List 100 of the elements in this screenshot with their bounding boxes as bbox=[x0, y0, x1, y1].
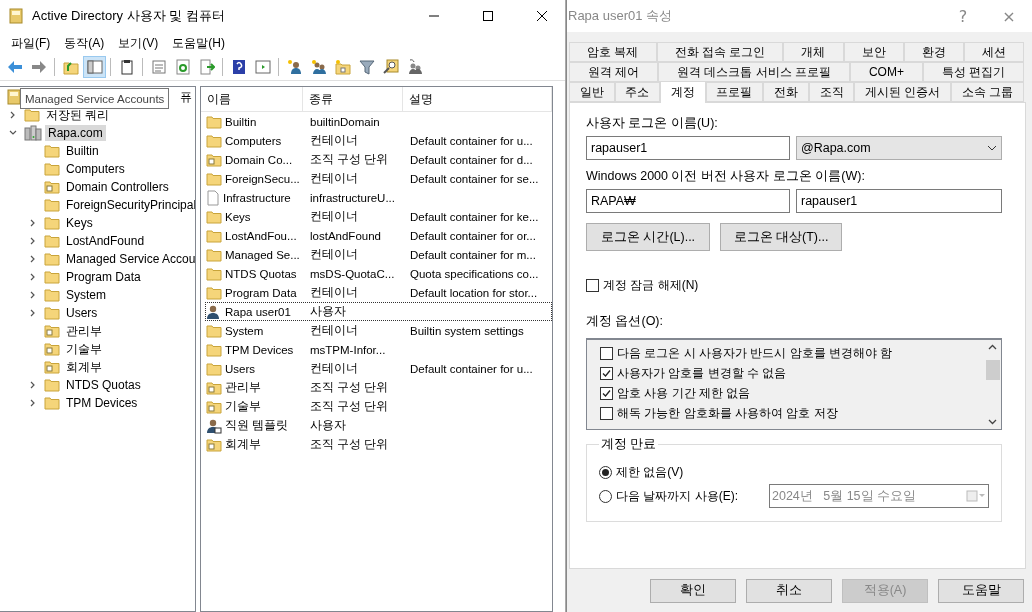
tree-item[interactable]: Managed Service Accou bbox=[63, 251, 195, 267]
tab[interactable]: 게시된 인증서 bbox=[854, 82, 952, 102]
list-item[interactable]: Domain Co... bbox=[223, 153, 293, 166]
menu-item[interactable]: 동작(A) bbox=[57, 34, 112, 52]
chevron-right-icon[interactable] bbox=[29, 381, 37, 389]
logon-button[interactable]: 로그온 시간(L)... bbox=[586, 223, 710, 251]
folder-icon bbox=[44, 270, 60, 284]
option-label[interactable]: 다음 로그온 시 사용자가 반드시 암호를 변경해야 함 bbox=[617, 344, 893, 362]
legacy-name-field[interactable]: rapauser1 bbox=[796, 189, 1002, 213]
tree-item[interactable]: Domain Controllers bbox=[63, 179, 172, 195]
scroll-up-icon[interactable] bbox=[988, 344, 997, 350]
list-item[interactable]: Infrastructure bbox=[221, 191, 291, 204]
menu-item[interactable]: 파일(F) bbox=[4, 34, 58, 52]
tree-item[interactable]: LostAndFound bbox=[63, 233, 148, 249]
chevron-right-icon[interactable] bbox=[29, 255, 37, 263]
tab[interactable]: 전화 bbox=[763, 82, 809, 102]
list-item[interactable]: Rapa user01 bbox=[223, 305, 291, 318]
chevron-right-icon[interactable] bbox=[29, 273, 37, 281]
list-item[interactable]: Builtin bbox=[223, 115, 257, 128]
chevron-down-icon[interactable] bbox=[9, 129, 17, 137]
logon-button[interactable]: 로그온 대상(T)... bbox=[720, 223, 842, 251]
logon-name-field[interactable]: rapauser1 bbox=[586, 136, 790, 160]
tab[interactable]: 조직 bbox=[808, 82, 855, 102]
tree-item[interactable]: 관리부 bbox=[63, 321, 105, 341]
list-item[interactable]: Program Data bbox=[223, 286, 297, 299]
list-item[interactable]: 기술부 bbox=[223, 399, 261, 414]
tree-item[interactable]: 퓨 bbox=[180, 89, 192, 106]
tree-item[interactable]: Keys bbox=[63, 215, 96, 231]
tree-item[interactable]: Users bbox=[63, 305, 101, 321]
tab[interactable]: 계정 bbox=[660, 81, 706, 103]
ou-folder-icon bbox=[44, 324, 60, 338]
tree-item[interactable]: TPM Devices bbox=[63, 395, 141, 411]
list-item[interactable]: Users bbox=[223, 362, 256, 375]
minimize-icon bbox=[429, 15, 439, 17]
option-label[interactable]: 암호 사용 기간 제한 없음 bbox=[617, 384, 751, 402]
scroll-down-icon[interactable] bbox=[988, 419, 997, 425]
list-item[interactable]: 회계부 bbox=[223, 437, 261, 452]
domain-dropdown[interactable]: @Rapa.com bbox=[796, 136, 1002, 160]
chevron-right-icon[interactable] bbox=[29, 237, 37, 245]
list-item[interactable]: NTDS Quotas bbox=[223, 267, 297, 280]
chevron-right-icon[interactable] bbox=[29, 399, 37, 407]
list-item[interactable]: 직원 템플릿 bbox=[223, 418, 289, 433]
tab[interactable]: 프로필 bbox=[705, 82, 764, 102]
tree-item[interactable]: Builtin bbox=[63, 143, 102, 159]
help-button[interactable]: ? bbox=[940, 0, 986, 32]
tree-item[interactable]: Computers bbox=[63, 161, 128, 177]
checkbox[interactable] bbox=[600, 386, 613, 400]
radio-button[interactable] bbox=[599, 489, 612, 503]
list-item[interactable]: 관리부 bbox=[223, 380, 261, 395]
tab[interactable]: 보안 bbox=[843, 42, 904, 62]
dialog-button[interactable]: 도움말 bbox=[938, 578, 1024, 603]
chevron-right-icon[interactable] bbox=[29, 291, 37, 299]
tab[interactable]: 암호 복제 bbox=[569, 42, 657, 62]
tree-item[interactable]: Program Data bbox=[63, 269, 144, 285]
checkbox[interactable] bbox=[600, 346, 613, 360]
tab[interactable]: 일반 bbox=[569, 82, 615, 102]
tab[interactable]: 세션 bbox=[963, 42, 1025, 62]
dialog-button[interactable]: 취소 bbox=[746, 578, 832, 603]
chevron-right-icon[interactable] bbox=[29, 309, 37, 317]
tab[interactable]: COM+ bbox=[850, 62, 923, 82]
tab[interactable]: 주소 bbox=[614, 82, 661, 102]
tab[interactable]: 원격 제어 bbox=[569, 62, 659, 82]
close-button[interactable]: × bbox=[986, 0, 1032, 32]
tree-item[interactable]: 기술부 bbox=[63, 339, 105, 359]
tree-item[interactable]: 회계부 bbox=[63, 357, 105, 377]
chevron-right-icon[interactable] bbox=[9, 111, 17, 119]
folder-icon bbox=[44, 144, 60, 158]
tab[interactable]: 전화 접속 로그인 bbox=[656, 42, 784, 62]
column-header[interactable]: 이름 bbox=[207, 90, 231, 108]
tab[interactable]: 특성 편집기 bbox=[922, 62, 1025, 82]
list-item[interactable]: TPM Devices bbox=[223, 343, 294, 356]
scroll-thumb[interactable] bbox=[985, 359, 1000, 380]
dialog-button[interactable]: 확인 bbox=[650, 578, 736, 603]
list-item[interactable]: LostAndFou... bbox=[223, 229, 297, 242]
tree-item[interactable]: System bbox=[63, 287, 109, 303]
checkbox[interactable] bbox=[586, 278, 599, 292]
tab[interactable]: 개체 bbox=[783, 42, 844, 62]
menu-item[interactable]: 도움말(H) bbox=[165, 34, 232, 52]
radio-button[interactable] bbox=[599, 465, 612, 479]
checkbox[interactable] bbox=[600, 366, 613, 380]
chevron-right-icon[interactable] bbox=[29, 219, 37, 227]
folder-up-icon bbox=[62, 59, 79, 75]
list-item[interactable]: Keys bbox=[223, 210, 251, 223]
tree-item[interactable]: NTDS Quotas bbox=[63, 377, 144, 393]
option-label[interactable]: 해독 가능한 암호화를 사용하여 암호 저장 bbox=[617, 404, 838, 422]
tab[interactable]: 환경 bbox=[903, 42, 964, 62]
tab[interactable]: 원격 데스크톱 서비스 프로필 bbox=[658, 62, 850, 82]
list-item[interactable]: Computers bbox=[223, 134, 282, 147]
menu-item[interactable]: 보기(V) bbox=[111, 34, 166, 52]
list-item[interactable]: System bbox=[223, 324, 264, 337]
tab[interactable]: 소속 그룹 bbox=[951, 82, 1025, 102]
tree-item[interactable]: Rapa.com bbox=[45, 125, 106, 141]
column-header[interactable]: 설명 bbox=[409, 90, 433, 108]
tree-item[interactable]: ForeignSecurityPrincipal bbox=[63, 197, 195, 213]
list-item[interactable]: Managed Se... bbox=[223, 248, 300, 261]
checkbox[interactable] bbox=[600, 406, 613, 420]
list-item[interactable]: ForeignSecu... bbox=[223, 172, 300, 185]
option-label[interactable]: 사용자가 암호를 변경할 수 없음 bbox=[617, 364, 787, 382]
domain-prefix-field[interactable]: RAPA₩ bbox=[586, 189, 790, 213]
column-header[interactable]: 종류 bbox=[309, 90, 333, 108]
